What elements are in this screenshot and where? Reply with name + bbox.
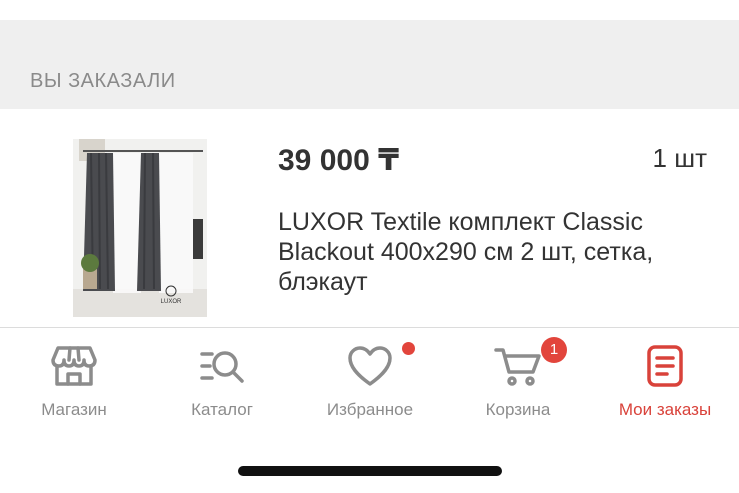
tab-favorites[interactable]: Избранное <box>296 328 444 428</box>
bottom-tab-bar: Магазин Каталог Избранное 1 Корзина Мои … <box>0 328 739 428</box>
catalog-search-icon <box>200 351 244 383</box>
home-indicator[interactable] <box>238 466 502 476</box>
tab-cart[interactable]: 1 Корзина <box>444 328 592 428</box>
cart-icon <box>494 348 541 386</box>
product-thumbnail[interactable]: LUXOR <box>73 139 207 317</box>
tab-label: Избранное <box>326 400 414 419</box>
tab-label: Мои заказы <box>618 400 712 419</box>
heart-icon <box>348 346 392 386</box>
order-item[interactable]: LUXOR 39 000 ₸ 1 шт LUXOR Textile компле… <box>0 109 739 327</box>
shop-icon <box>51 346 97 386</box>
favorites-badge-dot <box>402 342 415 355</box>
orders-icon <box>647 345 683 387</box>
tab-my-orders[interactable]: Мои заказы <box>591 328 739 428</box>
top-strip <box>0 0 739 20</box>
curtain-image: LUXOR <box>73 139 207 317</box>
tab-label: Магазин <box>41 400 107 419</box>
section-title: ВЫ ЗАКАЗАЛИ <box>30 70 176 92</box>
svg-text:LUXOR: LUXOR <box>161 299 182 305</box>
tab-shop[interactable]: Магазин <box>0 328 148 428</box>
item-price: 39 000 ₸ <box>278 144 399 177</box>
tab-catalog[interactable]: Каталог <box>148 328 296 428</box>
tab-label: Корзина <box>485 400 551 419</box>
section-header: ВЫ ЗАКАЗАЛИ <box>0 20 739 109</box>
tab-label: Каталог <box>191 400 253 419</box>
cart-badge-count: 1 <box>541 337 567 363</box>
product-name[interactable]: LUXOR Textile комплект Classic Blackout … <box>278 207 698 297</box>
item-quantity: 1 шт <box>652 143 707 173</box>
